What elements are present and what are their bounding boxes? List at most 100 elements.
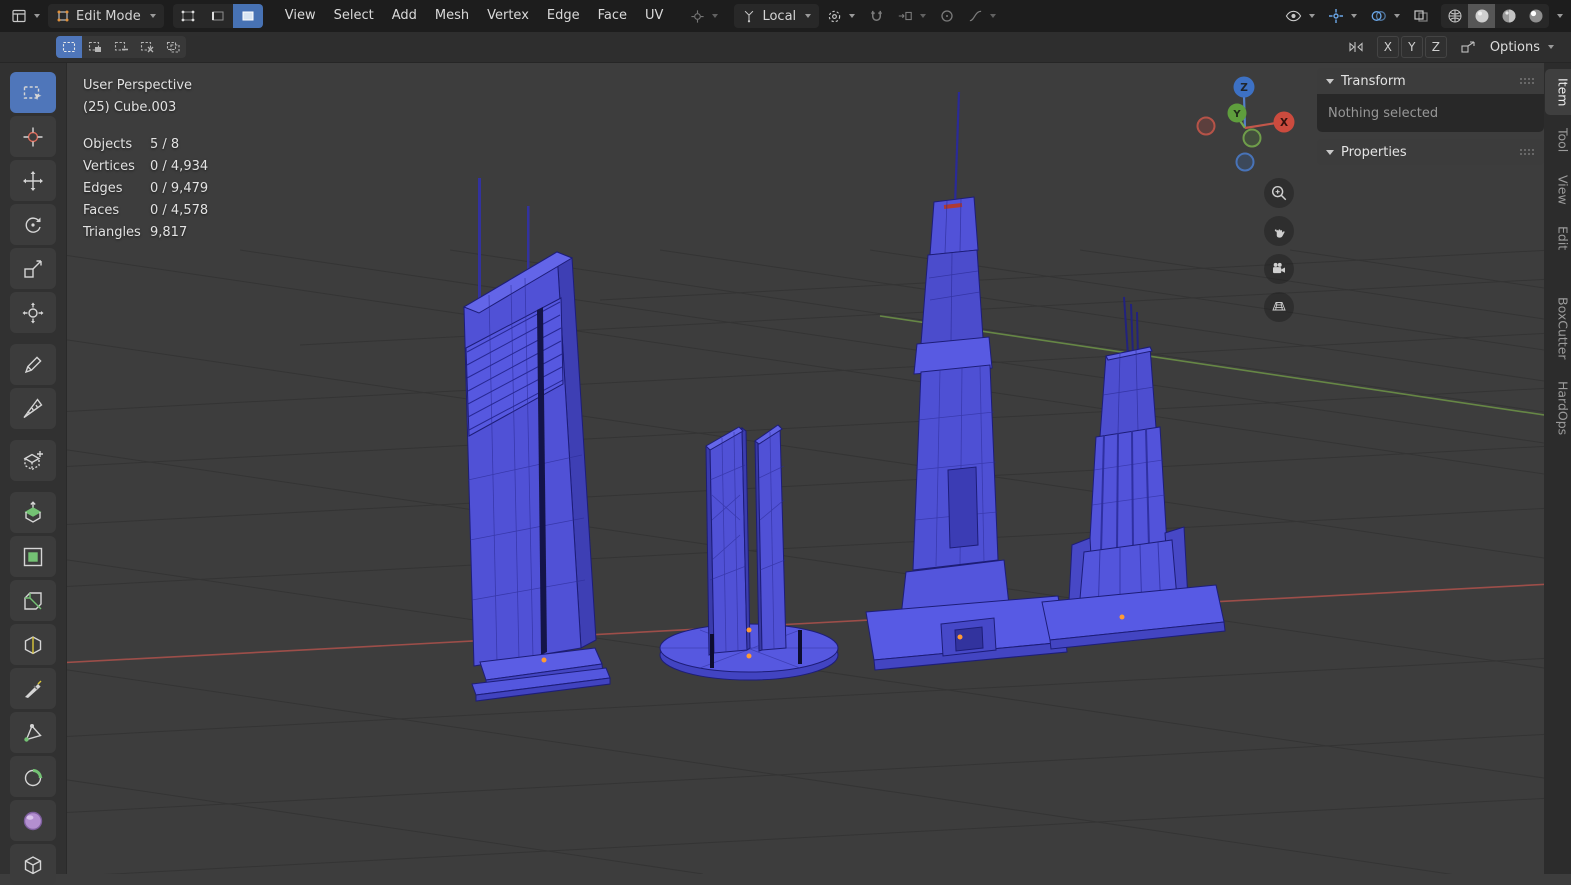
menu-uv[interactable]: UV — [636, 4, 672, 28]
menu-mesh[interactable]: Mesh — [426, 4, 478, 28]
tab-item[interactable]: Item — [1544, 69, 1571, 116]
tab-boxcutter[interactable]: BoxCutter — [1545, 288, 1571, 369]
select-set-button[interactable] — [56, 36, 82, 58]
tool-rotate[interactable] — [10, 204, 56, 245]
snap-settings-dropdown[interactable] — [892, 4, 931, 28]
xray-toggle-button[interactable] — [1408, 4, 1434, 28]
tool-box-select[interactable] — [10, 72, 56, 113]
tab-edit[interactable]: Edit — [1545, 217, 1571, 259]
tool-loop-cut[interactable] — [10, 624, 56, 665]
menu-face[interactable]: Face — [589, 4, 636, 28]
pan-button[interactable] — [1264, 216, 1294, 246]
select-extend-button[interactable] — [82, 36, 108, 58]
orientation-dropdown[interactable]: Local — [734, 4, 820, 28]
navigation-gizmo[interactable]: Z Y X — [1190, 72, 1300, 182]
tool-scale[interactable] — [10, 248, 56, 289]
tower-2[interactable] — [659, 424, 839, 681]
face-select-button[interactable] — [232, 4, 263, 28]
tab-view[interactable]: View — [1545, 166, 1571, 214]
tool-bevel[interactable] — [10, 580, 56, 621]
overlays-icon — [1370, 9, 1387, 23]
top-header: Edit Mode View Select Add Mesh Vertex Edge Fac… — [0, 0, 1571, 32]
tower-3[interactable] — [865, 91, 1068, 671]
gizmo-x-label: X — [1280, 117, 1288, 129]
show-overlays-dropdown[interactable] — [1365, 4, 1405, 28]
gizmo-z-negative[interactable] — [1235, 152, 1255, 172]
menu-vertex[interactable]: Vertex — [478, 4, 538, 28]
tool-move[interactable] — [10, 160, 56, 201]
tool-inset-faces[interactable] — [10, 536, 56, 577]
sidebar-panel: Transform Nothing selected Properties — [1317, 68, 1544, 165]
chevron-down-icon — [1326, 78, 1334, 84]
perspective-toggle-button[interactable] — [1264, 292, 1294, 322]
panel-grip-icon[interactable] — [1519, 77, 1535, 85]
snap-toggle-button[interactable] — [863, 4, 889, 28]
pivot-point-dropdown[interactable] — [822, 4, 860, 28]
transform-panel-header[interactable]: Transform — [1317, 68, 1544, 94]
select-subtract-button[interactable] — [108, 36, 134, 58]
tower-1[interactable] — [462, 178, 611, 702]
panel-grip-icon[interactable] — [1519, 148, 1535, 156]
mirror-icon[interactable] — [1343, 35, 1369, 59]
tool-cursor[interactable] — [10, 116, 56, 157]
menu-bar: View Select Add Mesh Vertex Edge Face UV — [276, 4, 673, 28]
tool-add-cube[interactable] — [10, 440, 56, 481]
shading-options-dropdown[interactable] — [1552, 4, 1565, 28]
tower-4[interactable] — [1041, 296, 1226, 650]
tool-spin[interactable] — [10, 756, 56, 797]
transform-panel-body: Nothing selected — [1317, 94, 1544, 132]
stat-value: 0 / 9,479 — [150, 181, 209, 196]
tool-measure[interactable] — [10, 388, 56, 429]
stat-faces: Faces 0 / 4,578 — [83, 200, 208, 222]
shading-material-button[interactable] — [1495, 4, 1522, 28]
proportional-editing-toggle[interactable] — [934, 4, 960, 28]
viewport-info-overlay: User Perspective (25) Cube.003 Objects 5 … — [83, 75, 208, 244]
tool-annotate[interactable] — [10, 344, 56, 385]
view-object-types-dropdown[interactable] — [1280, 4, 1320, 28]
chevron-down-icon — [1326, 149, 1334, 155]
orientation-icon — [742, 9, 756, 23]
properties-panel-header[interactable]: Properties — [1317, 139, 1544, 165]
axis-toggle-y[interactable]: Y — [1400, 36, 1423, 58]
editor-type-button[interactable] — [6, 4, 45, 28]
editor-type-icon — [11, 8, 27, 24]
tool-transform[interactable] — [10, 292, 56, 333]
axis-toggle-x[interactable]: X — [1376, 36, 1399, 58]
tool-knife[interactable] — [10, 668, 56, 709]
select-invert-button[interactable] — [134, 36, 160, 58]
select-intersect-button[interactable] — [160, 36, 186, 58]
edge-select-button[interactable] — [202, 4, 233, 28]
stat-label: Triangles — [83, 225, 141, 240]
menu-edge[interactable]: Edge — [538, 4, 589, 28]
gizmo-z-label: Z — [1240, 82, 1248, 94]
sidebar-tabs: Item Tool View Edit BoxCutter HardOps — [1544, 63, 1571, 874]
stat-value: 9,817 — [150, 225, 188, 240]
shading-rendered-button[interactable] — [1522, 4, 1549, 28]
tab-hardops[interactable]: HardOps — [1545, 372, 1571, 444]
proportional-falloff-dropdown[interactable] — [963, 4, 1001, 28]
shading-wireframe-button[interactable] — [1441, 4, 1468, 28]
shading-solid-button[interactable] — [1468, 4, 1495, 28]
camera-view-button[interactable] — [1264, 254, 1294, 284]
axis-toggle-z[interactable]: Z — [1424, 36, 1447, 58]
stat-label: Faces — [83, 203, 120, 218]
menu-add[interactable]: Add — [383, 4, 426, 28]
zoom-button[interactable] — [1264, 178, 1294, 208]
tool-smooth[interactable] — [10, 800, 56, 841]
tool-rip-region[interactable] — [10, 844, 56, 885]
gizmo-icon — [1328, 8, 1344, 24]
menu-select[interactable]: Select — [325, 4, 383, 28]
vertex-select-button[interactable] — [172, 4, 203, 28]
menu-view[interactable]: View — [276, 4, 325, 28]
tab-tool[interactable]: Tool — [1545, 119, 1571, 161]
options-dropdown[interactable]: Options — [1481, 36, 1563, 58]
gizmo-x-negative[interactable] — [1196, 116, 1216, 136]
transform-snap-icon[interactable] — [1455, 35, 1481, 59]
tool-poly-build[interactable] — [10, 712, 56, 753]
stat-objects: Objects 5 / 8 — [83, 134, 208, 156]
mode-dropdown[interactable]: Edit Mode — [48, 4, 164, 28]
show-gizmo-dropdown[interactable] — [1323, 4, 1362, 28]
tool-extrude-region[interactable] — [10, 492, 56, 533]
transform-pivot-dropdown[interactable] — [685, 4, 723, 28]
gizmo-y-negative[interactable] — [1242, 128, 1262, 148]
